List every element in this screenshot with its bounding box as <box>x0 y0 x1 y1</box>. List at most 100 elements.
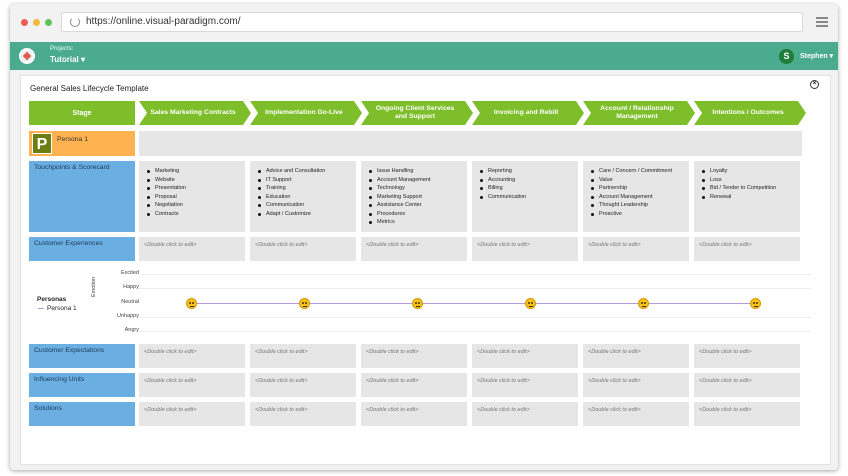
emotion-axis-label: Emotion <box>91 276 97 297</box>
experience-cell[interactable]: <Double click to edit> <box>361 237 467 261</box>
maximize-window-dot[interactable] <box>45 19 52 26</box>
experience-cell[interactable]: <Double click to edit> <box>139 237 245 261</box>
edit-placeholder: <Double click to edit> <box>144 349 197 355</box>
influencing-units-row-label[interactable]: Influencing Units <box>29 373 135 397</box>
expectation-cell[interactable]: <Double click to edit> <box>361 344 467 368</box>
experience-cell[interactable]: <Double click to edit> <box>472 237 578 261</box>
touchpoint-list: Advice and Consultation IT Support Trainin… <box>250 161 356 218</box>
expectation-cell[interactable]: <Double click to edit> <box>694 344 800 368</box>
neutral-face-icon[interactable] <box>186 298 197 309</box>
browser-chrome: https://online.visual-paradigm.com/ <box>10 4 838 42</box>
diagram-canvas[interactable]: × General Sales Lifecycle Template Stage… <box>20 75 831 465</box>
touchpoints-cell[interactable]: Advice and Consultation IT Support Trainin… <box>250 161 356 232</box>
touchpoint-item: Proposal <box>147 193 245 202</box>
minimize-window-dot[interactable] <box>33 19 40 26</box>
edit-placeholder: <Double click to edit> <box>144 407 197 413</box>
expectation-cell[interactable]: <Double click to edit> <box>250 344 356 368</box>
emotion-curve <box>191 303 756 304</box>
customer-experiences-row-label[interactable]: Customer Experiences <box>29 237 135 261</box>
influencing-cell[interactable]: <Double click to edit> <box>361 373 467 397</box>
influencing-cell[interactable]: <Double click to edit> <box>139 373 245 397</box>
touchpoint-item: Renewal <box>702 193 800 202</box>
solution-cell[interactable]: <Double click to edit> <box>472 402 578 426</box>
neutral-face-icon[interactable] <box>412 298 423 309</box>
reload-icon[interactable] <box>70 17 80 27</box>
stage-6[interactable]: Intentions / Outcomes <box>694 101 806 125</box>
stage-3[interactable]: Ongoing Client Services and Support <box>361 101 473 125</box>
touchpoint-item: Adapt / Customize <box>258 210 356 219</box>
edit-placeholder: <Double click to edit> <box>588 378 641 384</box>
close-diagram-icon[interactable]: × <box>810 80 819 89</box>
solution-cell[interactable]: <Double click to edit> <box>250 402 356 426</box>
touchpoint-item: Communication <box>480 193 578 202</box>
touchpoint-item: Advice and Consultation <box>258 167 356 176</box>
persona-row-band[interactable] <box>139 131 802 156</box>
expectation-cell[interactable]: <Double click to edit> <box>472 344 578 368</box>
touchpoint-item: Contracts <box>147 210 245 219</box>
touchpoints-cell[interactable]: Marketing Website Presentation Proposal Nego… <box>139 161 245 232</box>
neutral-face-icon[interactable] <box>638 298 649 309</box>
emotion-level-happy: Happy <box>123 284 139 290</box>
solution-cell[interactable]: <Double click to edit> <box>694 402 800 426</box>
experience-cell[interactable]: <Double click to edit> <box>583 237 689 261</box>
personas-legend-item[interactable]: Persona 1 <box>38 305 77 312</box>
influencing-cell[interactable]: <Double click to edit> <box>250 373 356 397</box>
close-window-dot[interactable] <box>21 19 28 26</box>
persona-name: Persona 1 <box>57 136 88 143</box>
edit-placeholder: <Double click to edit> <box>477 242 530 248</box>
edit-placeholder: <Double click to edit> <box>477 378 530 384</box>
solution-cell[interactable]: <Double click to edit> <box>583 402 689 426</box>
touchpoints-cell[interactable]: Care / Concern / Commitment Value Partners… <box>583 161 689 232</box>
experience-cell[interactable]: <Double click to edit> <box>250 237 356 261</box>
edit-placeholder: <Double click to edit> <box>255 349 308 355</box>
influencing-cell[interactable]: <Double click to edit> <box>472 373 578 397</box>
stage-header[interactable]: Stage <box>29 101 135 125</box>
hamburger-menu-icon[interactable] <box>816 17 828 27</box>
expectation-cell[interactable]: <Double click to edit> <box>583 344 689 368</box>
touchpoint-item: Technology <box>369 184 467 193</box>
experience-cell[interactable]: <Double click to edit> <box>694 237 800 261</box>
touchpoint-item: Loyalty <box>702 167 800 176</box>
edit-placeholder: <Double click to edit> <box>477 407 530 413</box>
touchpoints-cell[interactable]: Issue Handling Account Management Technolo… <box>361 161 467 232</box>
stage-5[interactable]: Account / Relationship Management <box>583 101 695 125</box>
edit-placeholder: <Double click to edit> <box>144 242 197 248</box>
visual-paradigm-logo-icon[interactable] <box>19 48 35 64</box>
edit-placeholder: <Double click to edit> <box>477 349 530 355</box>
persona-row-label[interactable]: P Persona 1 <box>29 131 135 156</box>
gridline-unhappy <box>139 317 811 318</box>
stage-label: Invoicing and Rebill <box>493 109 559 116</box>
stage-1[interactable]: Sales Marketing Contracts <box>139 101 251 125</box>
gridline-angry <box>139 331 811 332</box>
touchpoint-item: Issue Handling <box>369 167 467 176</box>
project-dropdown[interactable]: Tutorial ▾ <box>50 55 85 64</box>
neutral-face-icon[interactable] <box>525 298 536 309</box>
influencing-cell[interactable]: <Double click to edit> <box>583 373 689 397</box>
legend-item-label: Persona 1 <box>47 305 77 312</box>
expectation-cell[interactable]: <Double click to edit> <box>139 344 245 368</box>
touchpoint-item: Metrics <box>369 218 467 227</box>
url-text: https://online.visual-paradigm.com/ <box>86 16 241 27</box>
touchpoints-row-label[interactable]: Touchpoints & Scorecard <box>29 161 135 232</box>
edit-placeholder: <Double click to edit> <box>366 349 419 355</box>
touchpoint-item: Procedures <box>369 210 467 219</box>
neutral-face-icon[interactable] <box>299 298 310 309</box>
touchpoint-item: Proactive <box>591 210 689 219</box>
touchpoint-item: Thought Leadership <box>591 201 689 210</box>
solutions-row-label[interactable]: Solutions <box>29 402 135 426</box>
solution-cell[interactable]: <Double click to edit> <box>139 402 245 426</box>
stage-2[interactable]: Implementation Go-Live <box>250 101 362 125</box>
customer-expectations-row-label[interactable]: Customer Expectations <box>29 344 135 368</box>
touchpoint-item: Marketing Support <box>369 193 467 202</box>
legend-line-icon <box>38 307 44 309</box>
address-bar[interactable]: https://online.visual-paradigm.com/ <box>61 12 803 32</box>
user-avatar[interactable]: S <box>779 49 794 64</box>
user-menu[interactable]: Stephen ▾ <box>800 52 833 60</box>
solution-cell[interactable]: <Double click to edit> <box>361 402 467 426</box>
touchpoints-cell[interactable]: Loyalty Loss Bid / Tender to Competition Re… <box>694 161 800 232</box>
stage-4[interactable]: Invoicing and Rebill <box>472 101 584 125</box>
touchpoints-cell[interactable]: Reporting Accounting Billing Communication <box>472 161 578 232</box>
neutral-face-icon[interactable] <box>750 298 761 309</box>
touchpoint-item: Accounting <box>480 176 578 185</box>
influencing-cell[interactable]: <Double click to edit> <box>694 373 800 397</box>
